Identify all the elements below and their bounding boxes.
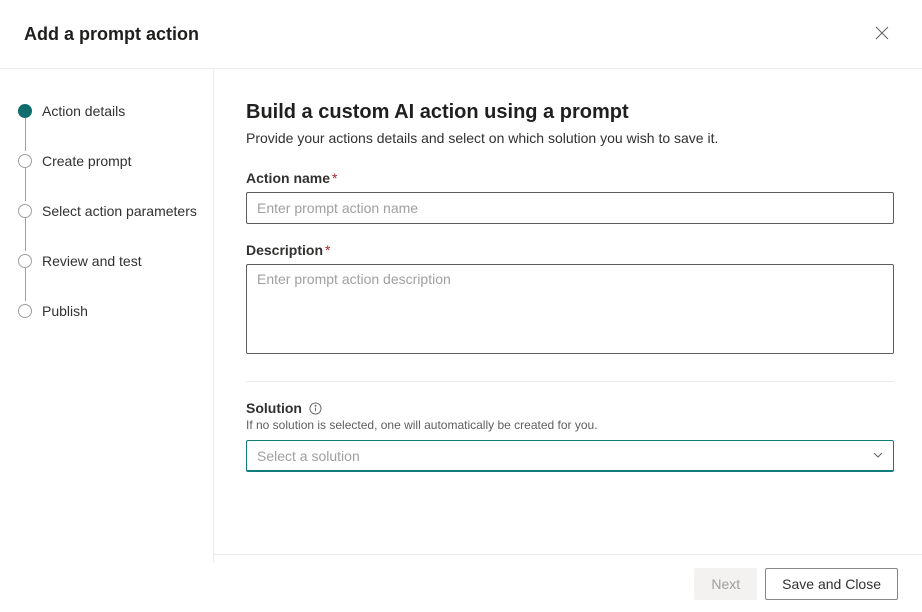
step-indicator-icon: [18, 204, 32, 218]
step-indicator-icon: [18, 104, 32, 118]
next-button[interactable]: Next: [694, 568, 757, 600]
info-icon[interactable]: [308, 401, 322, 415]
solution-helper-text: If no solution is selected, one will aut…: [246, 418, 894, 432]
step-connector: [25, 218, 26, 251]
step-connector: [25, 268, 26, 301]
step-connector: [25, 168, 26, 201]
step-connector: [25, 118, 26, 151]
step-review-test[interactable]: Review and test: [18, 251, 197, 271]
action-name-label: Action name*: [246, 170, 894, 186]
description-input[interactable]: [246, 264, 894, 354]
dialog-body: Action details Create prompt Select acti…: [0, 69, 922, 563]
action-name-input[interactable]: [246, 192, 894, 224]
required-indicator: *: [332, 170, 337, 186]
step-indicator-icon: [18, 304, 32, 318]
step-select-parameters[interactable]: Select action parameters: [18, 201, 197, 221]
step-indicator-icon: [18, 154, 32, 168]
solution-label: Solution: [246, 400, 302, 416]
label-text: Action name: [246, 170, 330, 186]
main-panel: Build a custom AI action using a prompt …: [214, 69, 922, 563]
page-title: Build a custom AI action using a prompt: [246, 101, 894, 124]
dialog-title: Add a prompt action: [24, 24, 199, 45]
step-list: Action details Create prompt Select acti…: [18, 101, 197, 321]
page-subtitle: Provide your actions details and select …: [246, 130, 894, 146]
action-name-group: Action name*: [246, 170, 894, 224]
section-divider: [246, 381, 894, 382]
solution-select-wrapper: Select a solution: [246, 440, 894, 472]
step-indicator-icon: [18, 254, 32, 268]
wizard-steps-sidebar: Action details Create prompt Select acti…: [0, 69, 214, 563]
description-group: Description*: [246, 242, 894, 357]
step-label: Create prompt: [42, 153, 131, 169]
close-icon: [875, 26, 889, 43]
step-publish[interactable]: Publish: [18, 301, 197, 321]
dialog-header: Add a prompt action: [0, 0, 922, 69]
solution-label-row: Solution: [246, 400, 894, 416]
solution-select[interactable]: Select a solution: [246, 440, 894, 472]
label-text: Description: [246, 242, 323, 258]
step-label: Review and test: [42, 253, 142, 269]
step-label: Select action parameters: [42, 203, 197, 219]
description-label: Description*: [246, 242, 894, 258]
step-action-details[interactable]: Action details: [18, 101, 197, 121]
close-button[interactable]: [866, 18, 898, 50]
step-label: Publish: [42, 303, 88, 319]
required-indicator: *: [325, 242, 330, 258]
save-and-close-button[interactable]: Save and Close: [765, 568, 898, 600]
step-create-prompt[interactable]: Create prompt: [18, 151, 197, 171]
dialog-footer: Next Save and Close: [214, 554, 922, 612]
solution-group: Solution If no solution is selected, one…: [246, 400, 894, 472]
step-label: Action details: [42, 103, 125, 119]
